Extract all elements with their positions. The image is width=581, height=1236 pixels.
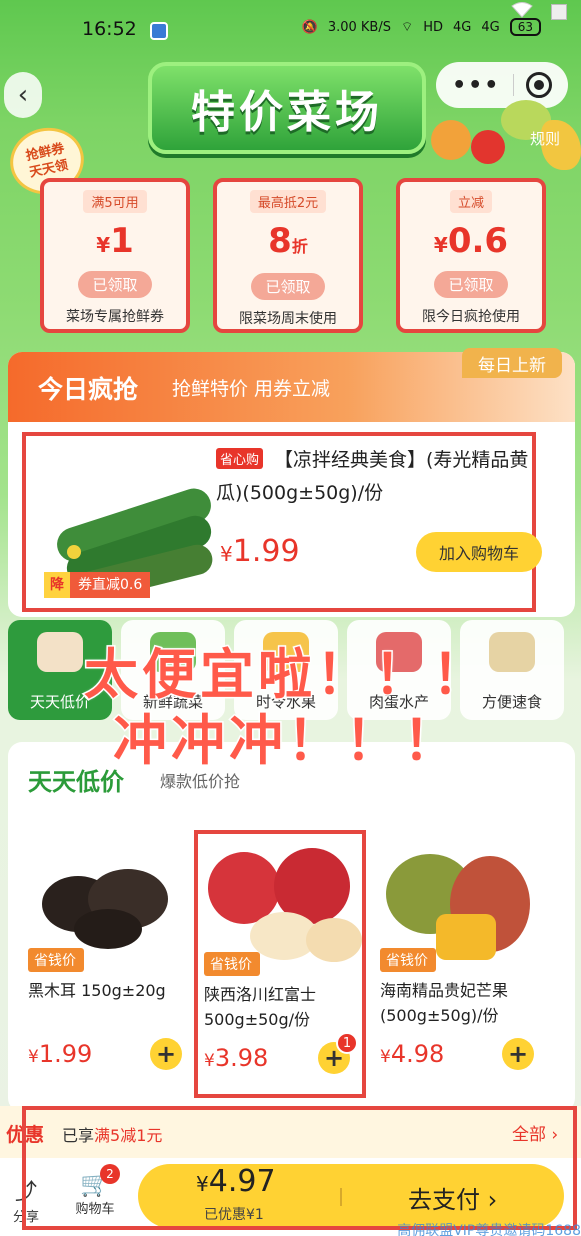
coupon-claimed-button[interactable]: 已领取: [78, 271, 152, 298]
coupon-amount: 8折: [268, 221, 308, 261]
wifi-icon: ⌔: [400, 20, 414, 35]
product-name: 黑木耳 150g±20g: [28, 981, 166, 1000]
app-notification-icon: [150, 22, 168, 40]
quantity-badge: 1: [336, 1032, 358, 1054]
coupon-card-1[interactable]: 满5可用 ¥1 已领取 菜场专属抢鲜券: [40, 178, 190, 333]
deal-price: ¥1.99: [220, 534, 300, 569]
deal-name: 【凉拌经典美食】(寿光精品黄瓜)(500g±50g)/份: [216, 449, 529, 504]
add-icon[interactable]: +: [502, 1038, 534, 1070]
price-tag: 省钱价: [28, 948, 84, 972]
checkout-divider: [340, 1188, 342, 1206]
deal-item[interactable]: 省心购 【凉拌经典美食】(寿光精品黄瓜)(500g±50g)/份 ¥1.99 加…: [22, 432, 542, 612]
chevron-left-icon: ‹: [17, 80, 29, 110]
close-target-icon[interactable]: [525, 72, 552, 98]
mango-image: [386, 854, 530, 960]
daily-subtitle: 抢鲜特价 用券立减: [172, 378, 331, 400]
cart-count-badge: 2: [100, 1164, 120, 1184]
product-name: 海南精品贵妃芒果(500g±50g)/份: [380, 981, 509, 1025]
screenshot-icon: [551, 4, 567, 20]
checkout-saved: 已优惠¥1: [204, 1207, 264, 1223]
coupon-claimed-button[interactable]: 已领取: [251, 273, 325, 300]
watermark: 高佣联盟VIP尊贵邀请码1688: [397, 1223, 581, 1236]
deal-coupon-text: 券直减0.6: [70, 572, 151, 598]
price-tag: 省钱价: [380, 948, 436, 972]
cart-label: 购物车: [75, 1202, 115, 1217]
status-icons: 🔕 3.00 KB/S ⌔ HD 4G 4G 63: [302, 18, 541, 36]
slogan-line2: 冲冲冲！！！: [112, 708, 461, 774]
product-price: ¥3.98: [204, 1044, 269, 1072]
price-tag: 省钱价: [204, 952, 260, 976]
coupon-card-2[interactable]: 最高抵2元 8折 已领取 限菜场周末使用: [213, 178, 363, 333]
coupon-claimed-button[interactable]: 已领取: [434, 271, 508, 298]
coupon-strip: 满5可用 ¥1 已领取 菜场专属抢鲜券 最高抵2元 8折 已领取 限菜场周末使用…: [0, 178, 581, 338]
title-banner: 特价菜场: [148, 62, 426, 154]
share-label: 分享: [12, 1210, 39, 1225]
product-card-3[interactable]: 省钱价 海南精品贵妃芒果(500g±50g)/份 ¥4.98 +: [374, 830, 546, 1098]
offer-all-link[interactable]: 全部 ›: [512, 1120, 558, 1145]
product-price: ¥4.98: [380, 1040, 445, 1068]
pay-label[interactable]: 去支付 ›: [408, 1180, 497, 1215]
page-title: 特价菜场: [191, 87, 383, 138]
slogan-overlay: 太便宜啦！！！ 冲冲冲！！！: [72, 642, 502, 774]
add-icon[interactable]: +: [150, 1038, 182, 1070]
hd-badge: HD: [423, 19, 443, 35]
coupon-desc: 限菜场周末使用: [239, 311, 337, 327]
mute-icon: 🔕: [301, 19, 318, 35]
coupon-condition: 满5可用: [83, 190, 147, 213]
wifi-overlay-icon: [511, 2, 533, 18]
product-card-1[interactable]: 省钱价 黑木耳 150g±20g ¥1.99 +: [22, 830, 194, 1098]
product-price: ¥1.99: [28, 1040, 93, 1068]
rules-link[interactable]: 规则: [530, 128, 560, 149]
coupon-condition: 最高抵2元: [249, 190, 327, 213]
product-card-2[interactable]: 省钱价 陕西洛川红富士 500g±50g/份 ¥3.98 + 1: [194, 830, 366, 1098]
coupon-amount: ¥1: [96, 221, 134, 261]
slogan-line1: 太便宜啦！！！: [83, 642, 490, 708]
cart-button[interactable]: 🛒 2 购物车: [70, 1164, 120, 1217]
net-speed: 3.00 KB/S: [327, 19, 391, 35]
share-button[interactable]: ⤴ 分享: [8, 1174, 44, 1225]
add-to-cart-button[interactable]: 加入购物车: [416, 532, 542, 572]
offer-text: 已享满5减1元: [62, 1126, 163, 1145]
status-time: 16:52: [82, 18, 137, 40]
coupon-desc: 菜场专属抢鲜券: [66, 309, 164, 325]
status-bar: 16:52 🔕 3.00 KB/S ⌔ HD 4G 4G 63: [0, 0, 581, 60]
back-button[interactable]: ‹: [4, 72, 42, 118]
signal-4g-b: 4G: [481, 19, 500, 35]
product-name: 陕西洛川红富士 500g±50g/份: [204, 985, 317, 1029]
share-icon: ⤴: [14, 1180, 37, 1205]
checkout-total: ¥4.97: [196, 1164, 276, 1199]
apple-image: [208, 848, 362, 962]
offer-label: 优惠: [6, 1124, 45, 1146]
capsule-divider: [512, 74, 514, 96]
deal-coupon-mark: 降: [44, 572, 70, 598]
deal-coupon-badge: 降 券直减0.6: [44, 572, 151, 598]
coupon-desc: 限今日疯抢使用: [422, 309, 520, 325]
battery-icon: 63: [509, 18, 541, 36]
coupon-amount: ¥0.6: [433, 221, 509, 261]
more-icon[interactable]: •••: [452, 73, 500, 98]
signal-4g-a: 4G: [453, 19, 472, 35]
daily-new-badge: 每日上新: [462, 348, 562, 378]
coupon-card-3[interactable]: 立减 ¥0.6 已领取 限今日疯抢使用: [396, 178, 546, 333]
black-fungus-image: [42, 869, 168, 949]
daily-title: 今日疯抢: [38, 375, 139, 404]
coupon-condition: 立减: [449, 190, 492, 213]
